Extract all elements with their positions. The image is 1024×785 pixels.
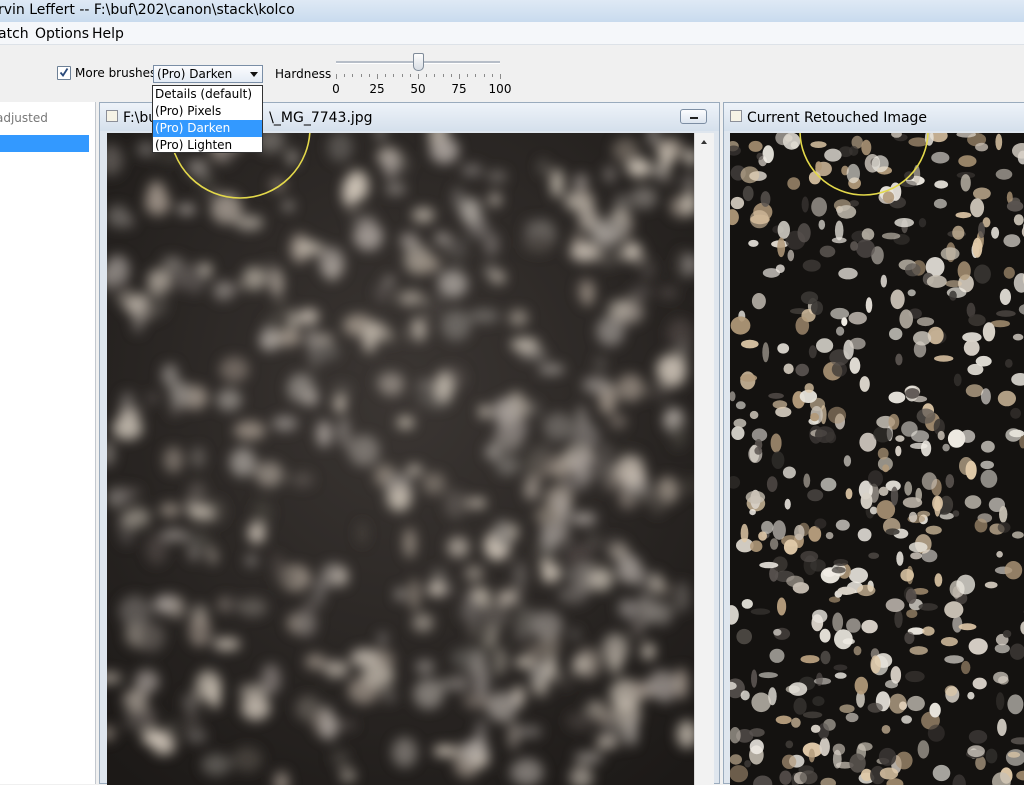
hardness-tick-mark [369,74,370,77]
image-list-panel: adjusted [0,102,96,784]
window-title-bar: rvin Leffert -- F:\buf\202\canon\stack\k… [0,0,1024,23]
hardness-tick-label: 0 [332,82,340,96]
hardness-label: Hardness [275,67,331,81]
hardness-tick-mark [467,74,468,77]
minimize-button[interactable] [680,109,707,124]
brush-option-details[interactable]: Details (default) [153,86,262,103]
menu-bar: atch Options Help [0,22,1024,45]
source-image-canvas[interactable] [107,133,694,785]
arrow-up-icon[interactable] [701,140,707,144]
brush-option-lighten[interactable]: (Pro) Lighten [153,137,262,154]
hardness-tick-mark [385,74,386,77]
retouched-image [730,133,1024,785]
hardness-tick-mark [434,74,435,77]
hardness-tick-label: 25 [369,82,384,96]
brush-select-value: (Pro) Darken [157,67,232,81]
hardness-tick-mark [402,74,403,77]
more-brushes-label: More brushes [75,66,156,80]
hardness-tick-mark [500,74,501,79]
hardness-tick-mark [393,74,394,77]
brush-dropdown-list: Details (default) (Pro) Pixels (Pro) Dar… [152,85,263,153]
hardness-tick-mark [492,74,493,77]
brush-option-pixels[interactable]: (Pro) Pixels [153,103,262,120]
retouched-frame-title-bar[interactable]: Current Retouched Image [724,103,1024,131]
hardness-tick-mark [443,74,444,77]
menu-item-options[interactable]: Options [35,26,89,42]
brush-option-darken[interactable]: (Pro) Darken [153,120,262,137]
brush-select[interactable]: (Pro) Darken [153,65,263,83]
more-brushes-checkbox[interactable] [57,66,71,80]
minimize-icon [690,117,698,119]
hardness-tick-mark [475,74,476,77]
hardness-tick-mark [426,74,427,77]
image-frame-icon [730,110,742,122]
hardness-tick-label: 100 [489,82,512,96]
menu-item-batch[interactable]: atch [0,26,29,42]
retouched-image-frame: Current Retouched Image [723,102,1024,784]
image-list-selected-row[interactable] [0,135,89,152]
hardness-tick-mark [377,74,378,79]
hardness-tick-label: 75 [451,82,466,96]
source-image-frame: F:\bu\_MG_7743.jpg [99,102,720,784]
window-title: rvin Leffert -- F:\buf\202\canon\stack\k… [0,2,295,18]
hardness-tick-mark [336,74,337,79]
hardness-tick-mark [361,74,362,77]
hardness-tick-mark [459,74,460,79]
hardness-tick-mark [352,74,353,77]
hardness-slider-thumb[interactable] [413,53,424,71]
hardness-tick-mark [410,74,411,77]
source-image [107,133,694,785]
retouched-frame-title: Current Retouched Image [747,110,927,126]
hardness-tick-mark [451,74,452,77]
hardness-tick-mark [418,74,419,79]
chevron-down-icon [250,72,258,77]
hardness-tick-label: 50 [410,82,425,96]
menu-item-help[interactable]: Help [92,26,124,42]
retouched-image-canvas[interactable] [730,133,1024,785]
image-frame-icon [106,110,118,122]
hardness-tick-mark [344,74,345,77]
source-vertical-scrollbar[interactable] [694,133,714,785]
check-icon [59,67,69,78]
hardness-tick-mark [484,74,485,77]
image-list-header: adjusted [0,111,48,125]
